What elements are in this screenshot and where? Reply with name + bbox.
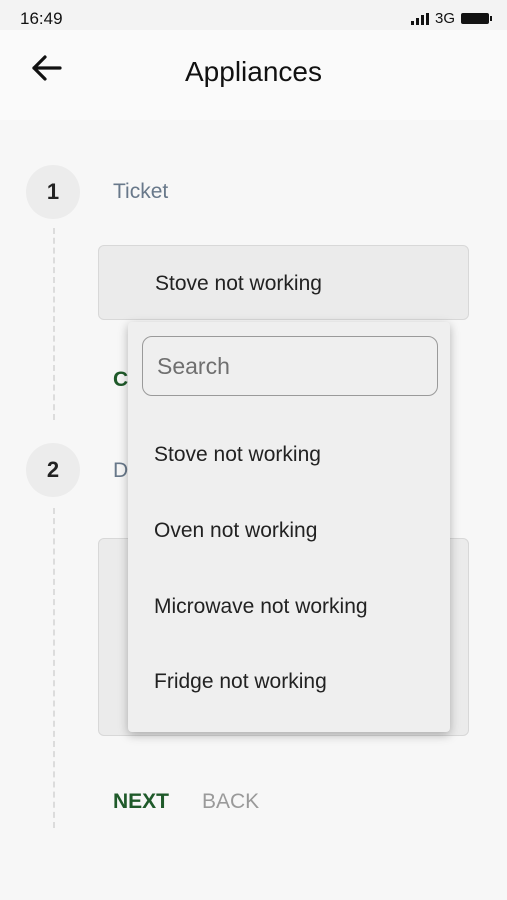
step-2-label: D [113, 459, 129, 482]
option-fridge[interactable]: Fridge not working [154, 670, 327, 694]
status-time: 16:49 [20, 9, 63, 28]
ticket-select[interactable]: Stove not working [98, 245, 469, 320]
next-button[interactable]: NEXT [113, 790, 169, 814]
network-type: 3G [434, 10, 455, 27]
option-oven[interactable]: Oven not working [154, 519, 317, 543]
ticket-select-value: Stove not working [155, 272, 322, 295]
status-bar: 16:49 3G [0, 0, 507, 30]
status-indicators: 3G [410, 10, 492, 27]
step-1-circle: 1 [26, 165, 80, 219]
signal-icon [410, 12, 429, 25]
step-1-label: Ticket [113, 180, 169, 203]
page-title: Appliances [185, 56, 322, 87]
step-2-circle: 2 [26, 443, 80, 497]
app-header: Appliances [0, 30, 507, 120]
continue-button-partial[interactable]: C [113, 368, 128, 392]
option-microwave[interactable]: Microwave not working [154, 595, 368, 619]
search-input[interactable] [142, 336, 438, 396]
ticket-dropdown-menu: Stove not working Oven not working Micro… [128, 322, 450, 732]
battery-icon [461, 13, 492, 24]
back-button[interactable]: BACK [202, 790, 259, 814]
option-stove[interactable]: Stove not working [154, 443, 321, 467]
step-2-connector [53, 508, 55, 828]
step-1-connector [53, 228, 55, 420]
